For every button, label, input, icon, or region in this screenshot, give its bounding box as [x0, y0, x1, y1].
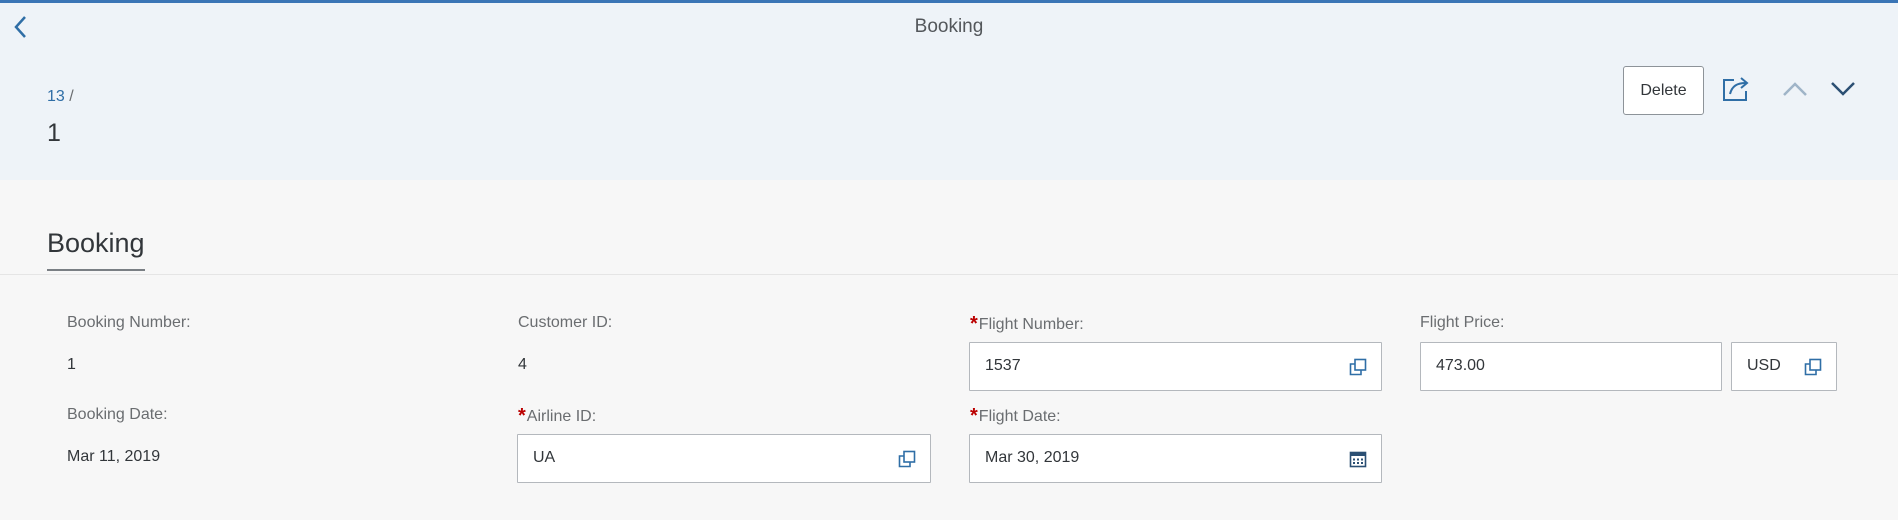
- required-marker: *: [970, 405, 978, 427]
- flight-price-value: 473.00: [1436, 357, 1485, 374]
- calendar-icon: [1349, 451, 1367, 468]
- delete-button[interactable]: Delete: [1623, 66, 1704, 115]
- shell-title: Booking: [914, 16, 984, 37]
- object-page: Booking 13 / 1 Delete Booking Booking Nu…: [0, 0, 1898, 520]
- required-marker: *: [970, 313, 978, 335]
- object-header: 13 / 1 Delete: [0, 52, 1898, 180]
- breadcrumb-link[interactable]: 13: [47, 88, 65, 105]
- booking-date-value: Mar 11, 2019: [67, 448, 161, 465]
- section-divider: [0, 274, 1898, 275]
- share-button[interactable]: [1716, 69, 1756, 109]
- value-help-icon: [1804, 358, 1822, 376]
- chevron-up-icon: [1783, 82, 1807, 96]
- required-marker: *: [518, 405, 526, 427]
- flight-number-label-text: Flight Number:: [978, 316, 1084, 333]
- chevron-down-icon: [1831, 82, 1855, 96]
- breadcrumb-separator: /: [69, 88, 74, 105]
- customer-id-label: Customer ID:: [518, 314, 613, 331]
- flight-number-label: *Flight Number:: [970, 312, 1084, 335]
- currency-value: USD: [1747, 357, 1781, 374]
- currency-value-help-button[interactable]: [1802, 356, 1824, 378]
- flight-price-input[interactable]: 473.00: [1420, 342, 1722, 391]
- airline-id-label-text: Airline ID:: [526, 408, 597, 425]
- flight-date-label-text: Flight Date:: [978, 408, 1061, 425]
- date-picker-button[interactable]: [1347, 448, 1369, 470]
- airline-value-help-button[interactable]: [896, 448, 918, 470]
- airline-id-value: UA: [533, 449, 556, 466]
- breadcrumb: 13 /: [47, 88, 74, 106]
- section-tab-booking[interactable]: Booking: [47, 228, 145, 271]
- booking-number-value: 1: [67, 356, 76, 373]
- airline-id-input[interactable]: UA: [517, 434, 931, 483]
- value-help-icon: [1349, 358, 1367, 376]
- previous-item-button[interactable]: [1775, 69, 1815, 109]
- value-help-button[interactable]: [1347, 356, 1369, 378]
- flight-price-label: Flight Price:: [1420, 314, 1505, 331]
- flight-date-input[interactable]: Mar 30, 2019: [969, 434, 1382, 483]
- booking-number-label: Booking Number:: [67, 314, 191, 331]
- flight-date-value: Mar 30, 2019: [985, 449, 1080, 466]
- flight-date-label: *Flight Date:: [970, 404, 1061, 427]
- booking-date-label: Booking Date:: [67, 406, 168, 423]
- flight-number-input[interactable]: 1537: [969, 342, 1382, 391]
- customer-id-value: 4: [518, 356, 527, 373]
- flight-number-value: 1537: [985, 357, 1021, 374]
- currency-input[interactable]: USD: [1731, 342, 1837, 391]
- shell-bar: Booking: [0, 0, 1898, 52]
- airline-id-label: *Airline ID:: [518, 404, 596, 427]
- value-help-icon: [898, 450, 916, 468]
- share-icon: [1723, 77, 1749, 101]
- object-title: 1: [47, 119, 61, 147]
- next-item-button[interactable]: [1823, 69, 1863, 109]
